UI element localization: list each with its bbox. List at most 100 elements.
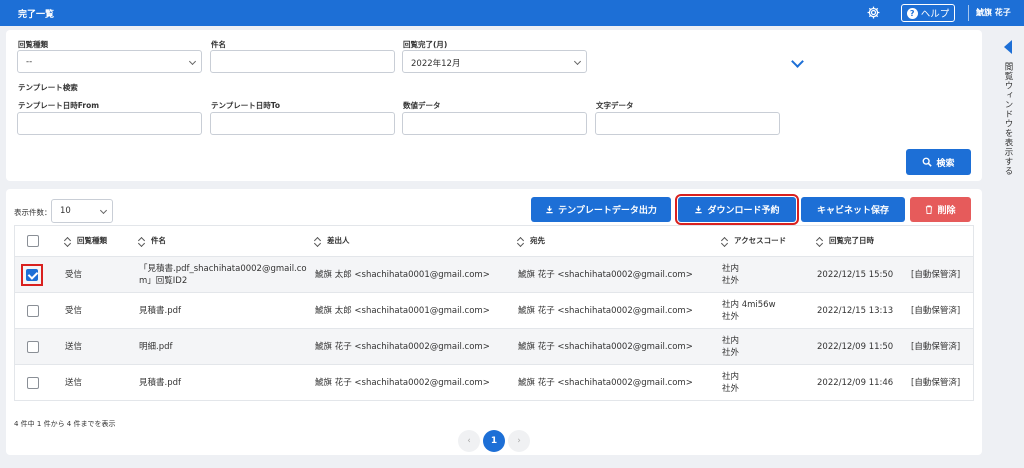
sort-icon [722, 237, 728, 246]
col-sender[interactable]: 差出人 [315, 226, 350, 256]
row-access-code: 社内 社外 [722, 371, 740, 394]
col-subject[interactable]: 件名 [139, 226, 166, 256]
trash-icon [926, 205, 933, 214]
row-status: [自動保管済] [911, 305, 961, 316]
top-bar: 完了一覧 ? ヘルプ 鯱旗 花子 [0, 0, 1024, 26]
search-icon [923, 157, 933, 167]
row-checkbox-cell [27, 293, 39, 328]
col-subject-label: 件名 [151, 236, 166, 245]
search-button[interactable]: 検索 [906, 149, 971, 175]
type-label: 回覧種類 [18, 40, 48, 49]
preview-window-toggle[interactable]: 閲覧ウィンドウを表示する [1002, 62, 1014, 176]
template-from-input[interactable] [17, 112, 202, 135]
download-icon [695, 205, 703, 214]
sort-icon [518, 237, 524, 246]
template-to-label: テンプレート日時To [211, 101, 281, 110]
download-icon [546, 205, 553, 214]
row-type: 受信 [65, 305, 83, 316]
template-to-input[interactable] [210, 112, 395, 135]
next-page-button[interactable]: › [508, 430, 530, 452]
expand-arrow-icon[interactable] [1004, 40, 1012, 54]
row-checkbox[interactable] [26, 268, 38, 281]
row-subject: 見積書.pdf [139, 377, 181, 388]
help-label: ヘルプ [920, 9, 950, 20]
chevron-down-icon [573, 57, 582, 66]
completed-month-select[interactable]: 2022年12月 [402, 50, 587, 73]
page-size-label: 表示件数： [14, 208, 52, 217]
row-checkbox[interactable] [27, 376, 39, 389]
select-all-cell [27, 226, 39, 256]
col-type[interactable]: 回覧種類 [65, 226, 107, 256]
cabinet-save-button[interactable]: キャビネット保存 [801, 197, 905, 222]
table-row[interactable]: 送信 明細.pdf 鯱旗 花子 <shachihata0002@gmail.com>… [15, 328, 973, 364]
completed-month-value: 2022年12月 [411, 59, 461, 69]
row-recipient: 鯱旗 花子 <shachihata0002@gmail.com> [518, 269, 693, 280]
gear-icon[interactable] [866, 5, 881, 20]
download-reserve-button[interactable]: ダウンロード予約 [675, 194, 799, 225]
row-checkbox[interactable] [27, 340, 39, 353]
row-access-code: 社内 社外 [722, 263, 740, 286]
row-checkbox[interactable] [27, 304, 39, 317]
row-recipient: 鯱旗 花子 <shachihata0002@gmail.com> [518, 305, 693, 316]
row-completed-date: 2022/12/09 11:46 [817, 377, 894, 388]
template-export-button[interactable]: テンプレートデータ出力 [531, 197, 671, 222]
row-checkbox-cell [21, 257, 43, 292]
col-completed-date-label: 回覧完了日時 [829, 236, 874, 245]
table-header: 回覧種類 件名 差出人 宛先 アクセスコード 回覧完了日時 [15, 226, 973, 256]
help-button[interactable]: ? ヘルプ [901, 4, 955, 22]
row-status: [自動保管済] [911, 269, 961, 280]
page-title: 完了一覧 [18, 10, 55, 20]
sort-icon [65, 237, 71, 246]
divider [968, 5, 969, 21]
number-data-input[interactable] [402, 112, 587, 135]
template-export-label: テンプレートデータ出力 [558, 206, 657, 216]
row-checkbox-cell [27, 329, 39, 364]
sort-icon [315, 237, 321, 246]
text-data-input[interactable] [595, 112, 780, 135]
text-data-label: 文字データ [596, 101, 634, 110]
row-completed-date: 2022/12/09 11:50 [817, 341, 894, 352]
row-checkbox-wrapper [27, 340, 39, 353]
col-to-label: 宛先 [530, 236, 545, 245]
row-sender: 鯱旗 花子 <shachihata0002@gmail.com> [315, 341, 490, 352]
col-type-label: 回覧種類 [77, 236, 107, 245]
chevron-down-icon [188, 57, 197, 66]
select-all-checkbox[interactable] [27, 235, 39, 247]
delete-button[interactable]: 削除 [910, 197, 971, 222]
prev-page-button[interactable]: ‹ [458, 430, 480, 452]
row-checkbox-cell [27, 365, 39, 400]
col-access-code-label: アクセスコード [734, 236, 787, 245]
col-completed-date[interactable]: 回覧完了日時 [817, 226, 874, 256]
preview-side-panel: 閲覧ウィンドウを表示する [990, 26, 1024, 468]
col-access-code[interactable]: アクセスコード [722, 226, 786, 256]
row-sender: 鯱旗 太郎 <shachihata0001@gmail.com> [315, 305, 490, 316]
search-button-label: 検索 [936, 158, 955, 169]
row-status: [自動保管済] [911, 377, 961, 388]
template-from-label: テンプレート日時From [18, 101, 100, 110]
page-size-value: 10 [60, 206, 71, 216]
result-list-panel: 表示件数： 10 テンプレートデータ出力 ダウンロード予約 キャビネット保存 削… [6, 189, 982, 455]
cabinet-save-label: キャビネット保存 [816, 206, 889, 216]
page-1-button[interactable]: 1 [483, 430, 505, 452]
table-row[interactable]: 受信 見積書.pdf 鯱旗 太郎 <shachihata0001@gmail.com… [15, 292, 973, 328]
page-size-select[interactable]: 10 [51, 199, 113, 223]
col-to[interactable]: 宛先 [518, 226, 545, 256]
subject-input[interactable] [210, 50, 395, 73]
row-subject: 見積書.pdf [139, 305, 181, 316]
delete-label: 削除 [937, 206, 956, 216]
row-status: [自動保管済] [911, 341, 961, 352]
chevron-down-icon [99, 206, 108, 215]
type-select[interactable]: -- [17, 50, 202, 73]
row-recipient: 鯱旗 花子 <shachihata0002@gmail.com> [518, 341, 693, 352]
row-access-code: 社内 4mi56w 社外 [722, 299, 776, 322]
table-row[interactable]: 受信 「見積書.pdf_shachihata0002@gmail.com」回覧ID… [15, 256, 973, 292]
user-name[interactable]: 鯱旗 花子 [976, 7, 1011, 18]
row-recipient: 鯱旗 花子 <shachihata0002@gmail.com> [518, 377, 693, 388]
col-sender-label: 差出人 [327, 236, 350, 245]
sort-icon [139, 237, 145, 246]
row-subject: 「見積書.pdf_shachihata0002@gmail.com」回覧ID2 [139, 263, 307, 286]
type-select-value: -- [26, 57, 33, 67]
template-search-label: テンプレート検索 [18, 83, 78, 92]
table-row[interactable]: 送信 見積書.pdf 鯱旗 花子 <shachihata0002@gmail.com… [15, 364, 973, 400]
expand-chevron-icon[interactable] [791, 55, 804, 68]
